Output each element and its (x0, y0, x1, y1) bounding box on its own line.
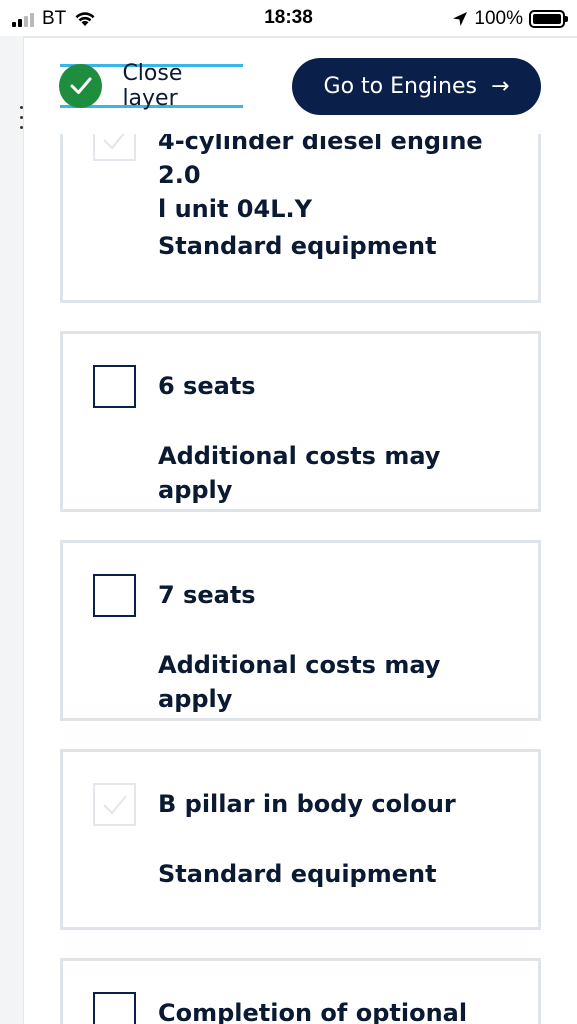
option-checkbox[interactable] (93, 365, 136, 408)
option-title: 7 seats (158, 581, 256, 609)
battery-icon (529, 10, 568, 28)
more-menu-icon (20, 106, 23, 136)
status-bar: BT 18:38 100% (0, 0, 577, 36)
battery-percentage: 100% (474, 8, 523, 29)
option-subtitle: Standard equipment (158, 860, 437, 888)
option-title: Completion of optional (158, 999, 468, 1024)
option-card-completion[interactable]: Completion of optional (60, 958, 541, 1024)
option-card-7-seats[interactable]: 7 seats Additional costs may apply (60, 540, 541, 721)
option-title: B pillar in body colour (158, 790, 456, 818)
arrow-right-icon: → (491, 74, 510, 99)
go-to-engines-button[interactable]: Go to Engines → (292, 58, 541, 115)
option-subtitle: Additional costs may apply (158, 442, 441, 504)
option-title: 6 seats (158, 372, 256, 400)
go-to-engines-label: Go to Engines (323, 74, 477, 99)
option-card-6-seats[interactable]: 6 seats Additional costs may apply (60, 331, 541, 512)
option-checkbox[interactable] (93, 574, 136, 617)
location-arrow-icon (453, 12, 468, 26)
check-circle-icon (59, 64, 103, 108)
option-title: 4-cylinder diesel engine 2.0 l unit 04L.… (158, 124, 518, 226)
option-card-diesel-engine[interactable]: 4-cylinder diesel engine 2.0 l unit 04L.… (60, 118, 541, 303)
option-card-b-pillar[interactable]: B pillar in body colour Standard equipme… (60, 749, 541, 930)
checkmark-icon (103, 795, 127, 815)
option-checkbox[interactable] (93, 992, 136, 1024)
underlying-page-edge (0, 36, 24, 1024)
option-title-line: 4-cylinder diesel engine 2.0 (158, 127, 483, 189)
option-subtitle: Standard equipment (158, 232, 437, 260)
option-title-line: l unit 04L.Y (158, 195, 312, 223)
option-checkbox[interactable] (93, 783, 136, 826)
status-right: 100% (452, 8, 568, 30)
close-layer-button[interactable]: Close layer (59, 61, 243, 111)
option-subtitle: Additional costs may apply (158, 651, 441, 713)
close-layer-label: Close layer (122, 61, 183, 111)
